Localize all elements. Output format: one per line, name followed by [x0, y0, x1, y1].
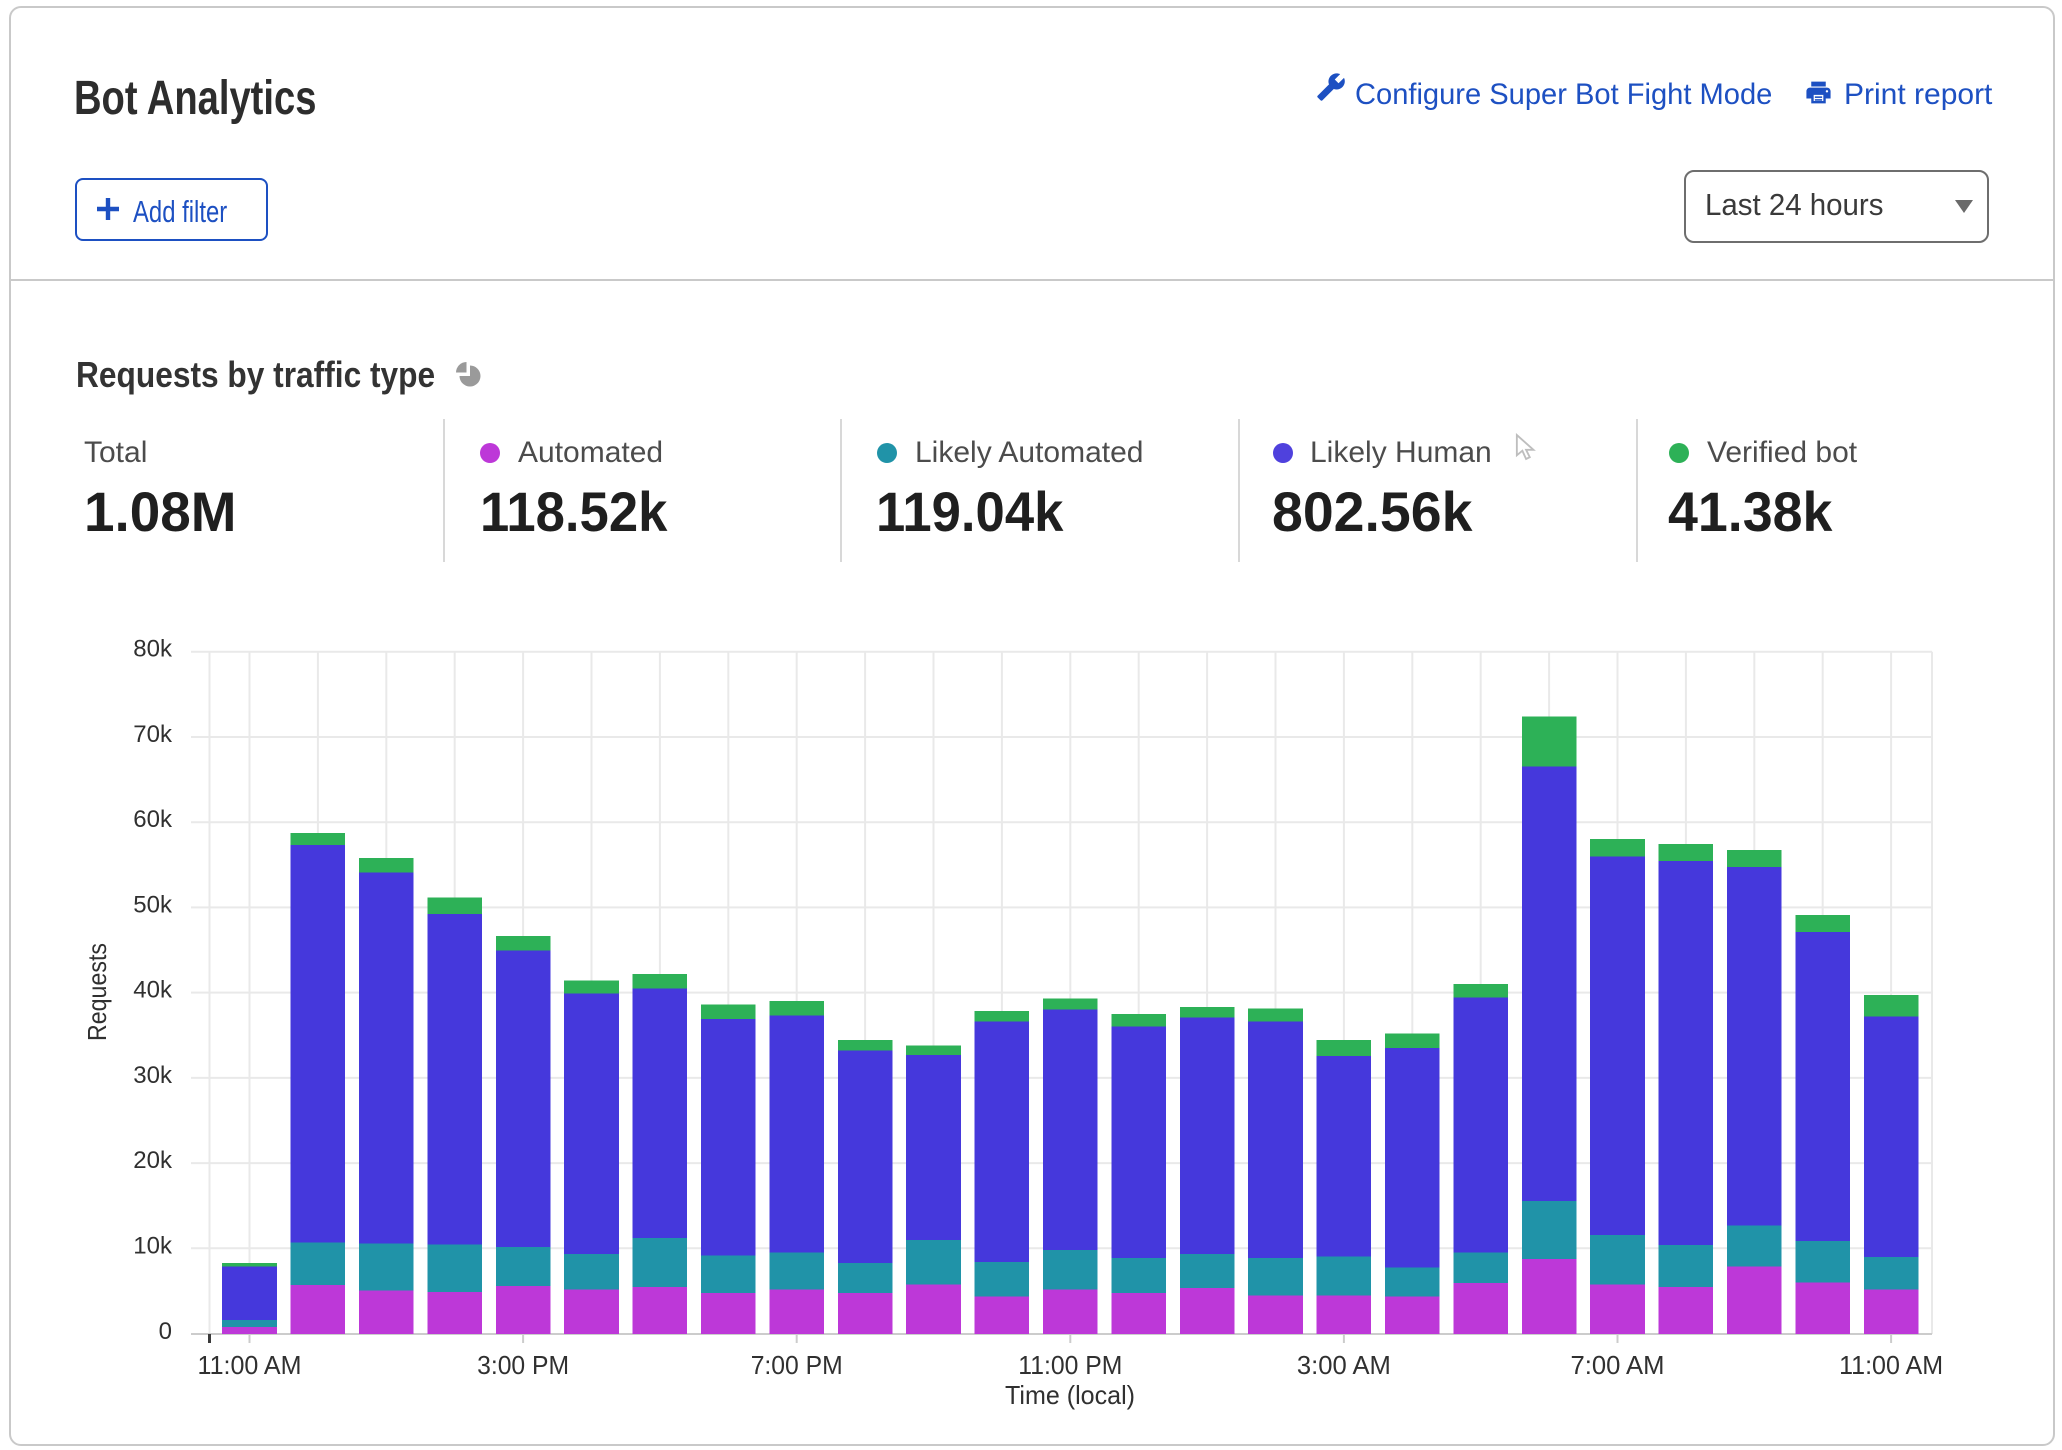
svg-text:3:00 PM: 3:00 PM — [477, 1350, 569, 1380]
svg-text:Time (local): Time (local) — [1005, 1380, 1135, 1410]
svg-text:0: 0 — [159, 1318, 172, 1345]
svg-text:10k: 10k — [133, 1232, 173, 1259]
svg-text:50k: 50k — [133, 891, 173, 918]
svg-text:7:00 AM: 7:00 AM — [1571, 1350, 1665, 1380]
svg-text:60k: 60k — [133, 806, 173, 833]
svg-text:11:00 AM: 11:00 AM — [198, 1350, 302, 1380]
svg-text:40k: 40k — [133, 977, 173, 1004]
svg-text:7:00 PM: 7:00 PM — [751, 1350, 843, 1380]
svg-text:80k: 80k — [133, 636, 173, 663]
svg-text:20k: 20k — [133, 1147, 173, 1174]
svg-text:Requests: Requests — [82, 943, 112, 1041]
svg-text:30k: 30k — [133, 1062, 173, 1089]
svg-text:11:00 PM: 11:00 PM — [1018, 1350, 1122, 1380]
svg-text:3:00 AM: 3:00 AM — [1297, 1350, 1391, 1380]
svg-text:70k: 70k — [133, 721, 173, 748]
svg-text:11:00 AM: 11:00 AM — [1839, 1350, 1943, 1380]
